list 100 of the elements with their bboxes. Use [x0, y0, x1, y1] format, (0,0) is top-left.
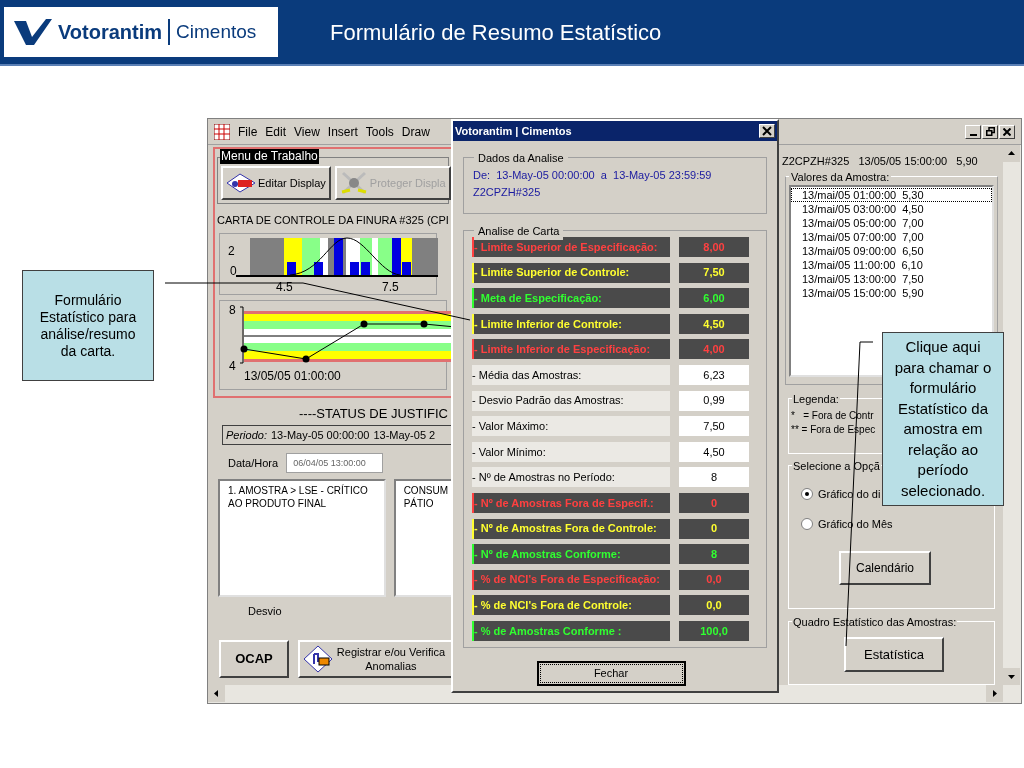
- stat-value: 4,50: [679, 313, 749, 334]
- stat-label: - Nº de Amostras Fora de Especif.:: [472, 492, 670, 513]
- radio-button[interactable]: [801, 518, 813, 531]
- menu-item[interactable]: Insert: [327, 122, 358, 141]
- stat-label: - Nº de Amostras Conforme:: [472, 544, 670, 565]
- field-label: Desvio: [248, 604, 283, 619]
- group-title: Menu de Trabalho: [220, 149, 319, 164]
- close-dialog-button[interactable]: Fechar: [536, 660, 686, 686]
- list-item[interactable]: 13/mai/05 01:00:00 5,30: [791, 187, 992, 202]
- close-button[interactable]: [759, 124, 775, 138]
- calendar-button[interactable]: Calendário: [839, 550, 931, 585]
- stat-label: - Limite Superior de Especificação:: [472, 237, 670, 257]
- callout-note: Formulário Estatístico para análise/resumo da carta.: [22, 270, 154, 381]
- statistics-button[interactable]: Estatística: [844, 637, 944, 673]
- stat-value: 0,0: [679, 569, 749, 590]
- grid-icon[interactable]: [214, 123, 230, 140]
- histogram-bar: [361, 261, 370, 275]
- scroll-left-icon[interactable]: [208, 685, 225, 702]
- data-point: [360, 320, 368, 327]
- data-point: [240, 345, 248, 352]
- slide-title: Formulário de Resumo Estatístico: [330, 18, 662, 47]
- stat-label: - Nº de Amostras Fora de Controle:: [472, 518, 670, 539]
- stat-value: 4,00: [679, 339, 749, 360]
- stat-value: 6,23: [679, 364, 749, 385]
- toolbar-button[interactable]: Editar Display: [221, 166, 331, 200]
- list-item[interactable]: 13/mai/05 09:00:00 6,50: [791, 243, 992, 258]
- stat-label: - % de NCI's Fora de Especificação:: [472, 569, 670, 590]
- scroll-right-icon[interactable]: [986, 685, 1003, 702]
- register-button[interactable]: Registrar e/ou Verifica Anomalias: [297, 639, 453, 678]
- menu-item[interactable]: Edit: [265, 122, 287, 141]
- radio-button[interactable]: [801, 487, 813, 500]
- stat-value: 0,0: [679, 595, 749, 616]
- axis-label: 4: [229, 357, 236, 375]
- stat-value: 8: [679, 544, 749, 565]
- stat-label: - % de Amostras Conforme :: [472, 620, 670, 641]
- stat-label: - Valor Máximo:: [472, 416, 670, 437]
- tag-text: Z2CPZH#325: [473, 185, 542, 200]
- chart-title: CARTA DE CONTROLE DA FINURA #325 (CPI: [217, 213, 449, 228]
- stat-label: - Desvio Padrão das Amostras:: [472, 390, 670, 411]
- stat-label: - Média das Amostras:: [472, 364, 670, 385]
- stat-label: - Nº de Amostras no Período:: [472, 467, 670, 488]
- axis-label: 4.5: [276, 278, 293, 296]
- section-title: ----STATUS DE JUSTIFIC: [299, 404, 449, 423]
- stat-value: 8: [679, 467, 749, 488]
- stat-value: 7,50: [679, 262, 749, 283]
- axis-label: 0: [230, 262, 237, 280]
- dialog-title: Votorantim | Cimentos: [455, 123, 572, 139]
- text-area[interactable]: CONSUM PÁTIO: [393, 479, 453, 597]
- scroll-down-icon[interactable]: [1003, 668, 1020, 685]
- stat-value: 6,00: [679, 288, 749, 309]
- restore-button[interactable]: [982, 124, 998, 139]
- logo-mark-icon: [12, 17, 52, 47]
- list-item[interactable]: 13/mai/05 03:00:00 4,50: [791, 201, 992, 216]
- callout-note: Clique aqui para chamar o formulário Estatístico da amostra em relação ao período selecionado.: [882, 332, 1004, 506]
- close-icon: [1003, 127, 1011, 136]
- date-field[interactable]: 06/04/05 13:00:00: [286, 453, 384, 473]
- list-item[interactable]: 13/mai/05 15:00:00 5,90: [791, 285, 992, 300]
- restore-icon: [985, 127, 995, 136]
- stat-label: - Limite Inferior de Controle:: [472, 313, 670, 334]
- data-point: [302, 355, 310, 362]
- minimize-button[interactable]: [965, 124, 981, 139]
- stat-label: - Limite Inferior de Especificação:: [472, 339, 670, 360]
- display-icon: [226, 172, 256, 194]
- menu-item[interactable]: View: [294, 122, 320, 141]
- legend-text: ** = Fora de Espec: [791, 422, 876, 437]
- histogram-bar: [334, 237, 343, 275]
- stat-label: - Limite Superior de Controle:: [472, 262, 670, 283]
- histogram-bar: [350, 261, 359, 275]
- list-item[interactable]: 13/mai/05 11:00:00 6,10: [791, 257, 992, 272]
- logo-brand: Votorantim: [58, 20, 163, 45]
- list-item[interactable]: 13/mai/05 07:00:00 7,00: [791, 229, 992, 244]
- close-icon: [762, 126, 772, 136]
- axis-label: 13/05/05 01:00:00: [244, 367, 341, 385]
- menu-item[interactable]: Tools: [365, 122, 394, 141]
- period-label: Periodo:: [226, 427, 267, 443]
- date-range: De: 13-May-05 00:00:00 a 13-May-05 23:59:59: [473, 168, 713, 183]
- radio-label: Gráfico do di: [818, 486, 881, 502]
- stat-value: 0: [679, 518, 749, 539]
- stat-value: 8,00: [679, 237, 749, 257]
- ocap-button[interactable]: OCAP: [219, 639, 289, 678]
- scroll-up-icon[interactable]: [1003, 145, 1020, 162]
- stat-value: 100,0: [679, 620, 749, 641]
- axis-label: 2: [228, 242, 235, 260]
- field-label: Data/Hora: [228, 455, 279, 471]
- histogram-bar: [314, 261, 323, 275]
- axis-label: 7.5: [382, 278, 399, 296]
- minimize-icon: [969, 133, 977, 136]
- period-end: 13-May-05 2: [373, 427, 436, 443]
- current-sample: Z2CPZH#325 13/05/05 15:00:00 5,90: [782, 154, 979, 169]
- stat-label: - Meta de Especificação:: [472, 288, 670, 309]
- menu-item[interactable]: Draw: [401, 122, 430, 141]
- list-item[interactable]: 13/mai/05 13:00:00 7,50: [791, 271, 992, 286]
- axis-label: 8: [229, 301, 236, 319]
- menu-item[interactable]: File: [238, 122, 258, 141]
- stat-value: 4,50: [679, 441, 749, 462]
- text-area[interactable]: 1. AMOSTRA > LSE - CRÍTICO AO PRODUTO FINAL: [218, 479, 386, 597]
- close-button[interactable]: [999, 124, 1015, 139]
- logo-division: Cimentos: [176, 19, 257, 44]
- stat-value: 0: [679, 492, 749, 513]
- list-item[interactable]: 13/mai/05 05:00:00 7,00: [791, 215, 992, 230]
